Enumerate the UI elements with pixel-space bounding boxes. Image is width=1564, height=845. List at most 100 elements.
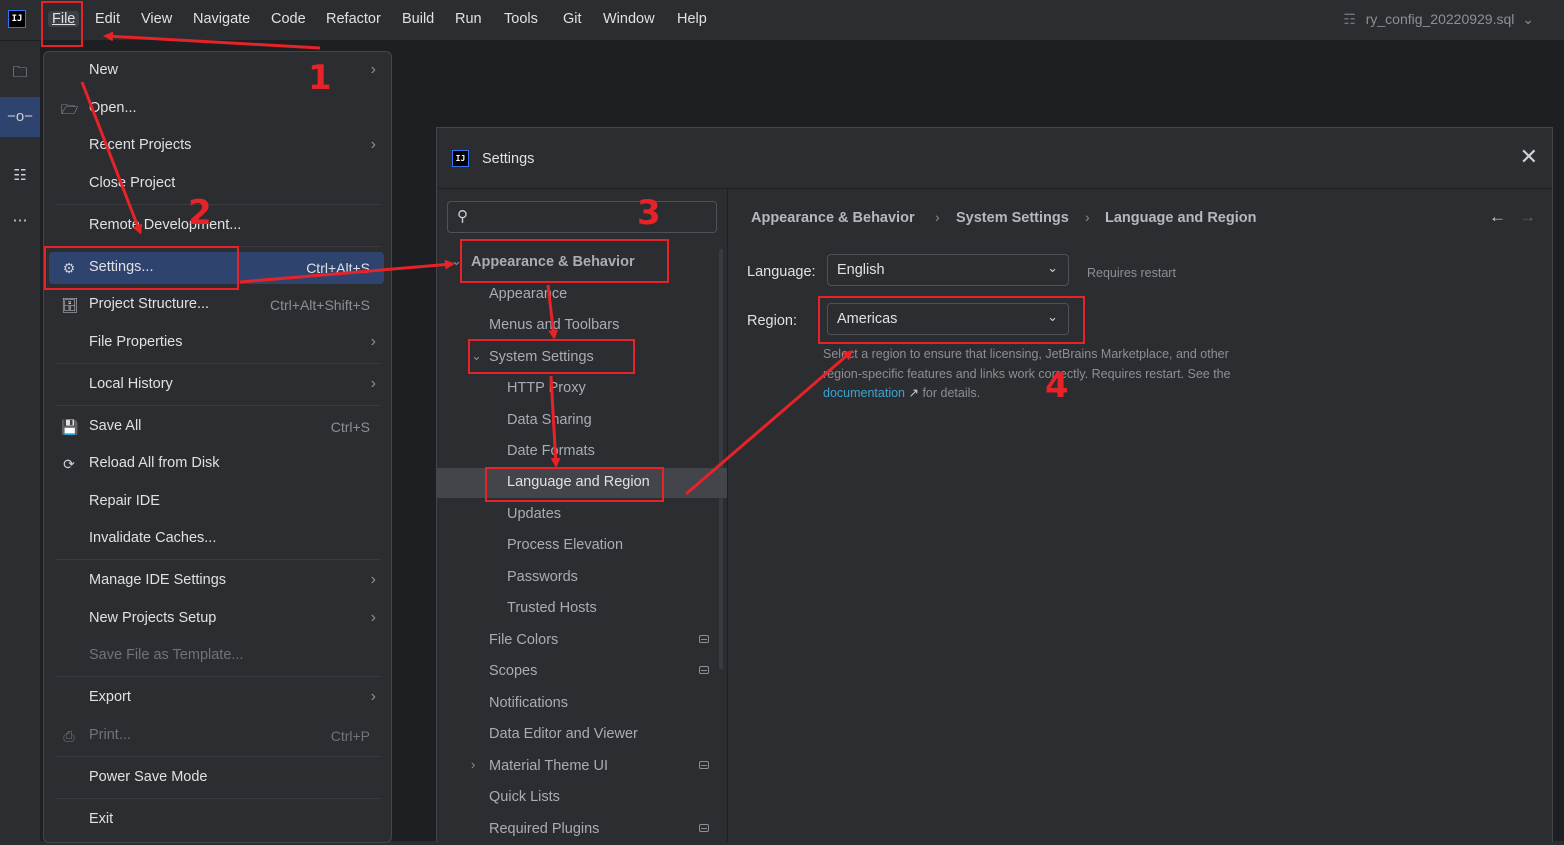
menu-edit[interactable]: Edit — [95, 11, 120, 27]
search-icon: ⚲ — [457, 208, 468, 225]
file-menu-dropdown: New › 🗁 Open... Recent Projects › Close … — [43, 51, 392, 843]
chevron-right-icon: › — [370, 688, 376, 705]
file-menu-power-save-mode[interactable]: Power Save Mode — [49, 762, 384, 794]
tree-item-scopes[interactable]: Scopes — [437, 657, 727, 687]
database-icon: ☶ — [1343, 11, 1356, 27]
file-menu-manage-ide-settings[interactable]: Manage IDE Settings › — [49, 565, 384, 597]
tree-item-http-proxy[interactable]: HTTP Proxy — [437, 374, 727, 404]
commit-icon[interactable]: −o− — [0, 97, 40, 137]
annotation-box-region — [818, 296, 1085, 344]
documentation-link[interactable]: documentation — [823, 386, 905, 400]
current-file-name: ry_config_20220929.sql — [1365, 11, 1515, 27]
region-help-text: Select a region to ensure that licensing… — [823, 347, 1231, 400]
annotation-box-system-settings — [468, 339, 635, 374]
menu-separator — [56, 559, 381, 560]
file-menu-remote-development[interactable]: Remote Development... — [49, 210, 384, 242]
forward-arrow-icon: → — [1519, 207, 1536, 226]
annotation-step-4: 4 — [1045, 366, 1069, 406]
settings-tree-pane: ⚲ ⌄ Appearance & Behavior Appearance Men… — [437, 189, 728, 842]
menu-view[interactable]: View — [141, 11, 172, 27]
file-menu-print: ⎙ Print... Ctrl+P — [49, 720, 384, 752]
intellij-logo-icon[interactable]: IJ — [8, 10, 26, 28]
file-menu-repair-ide[interactable]: Repair IDE — [49, 486, 384, 518]
file-menu-reload-all[interactable]: ⟳ Reload All from Disk — [49, 448, 384, 480]
language-label: Language: — [747, 264, 816, 280]
tree-item-process-elevation[interactable]: Process Elevation — [437, 531, 727, 561]
menu-navigate[interactable]: Navigate — [193, 11, 250, 27]
tree-item-file-colors[interactable]: File Colors — [437, 626, 727, 656]
file-menu-new-projects-setup[interactable]: New Projects Setup › — [49, 603, 384, 635]
file-menu-open[interactable]: 🗁 Open... — [49, 93, 384, 125]
tree-item-menus-toolbars[interactable]: Menus and Toolbars — [437, 311, 727, 341]
reload-icon: ⟳ — [63, 456, 75, 472]
menu-separator — [56, 204, 381, 205]
back-arrow-icon[interactable]: ← — [1489, 207, 1506, 227]
project-folder-icon[interactable]: 🗀 — [0, 53, 40, 93]
menu-git[interactable]: Git — [563, 11, 582, 27]
chevron-down-icon: ⌄ — [1047, 260, 1058, 275]
intellij-logo-icon: IJ — [452, 150, 469, 167]
project-level-icon — [699, 635, 709, 643]
chevron-right-icon: › — [370, 136, 376, 153]
folder-icon: 🗁 — [61, 101, 79, 117]
menu-separator — [56, 798, 381, 799]
project-level-icon — [699, 824, 709, 832]
external-link-icon: ↗ — [908, 386, 919, 400]
menu-refactor[interactable]: Refactor — [326, 11, 381, 27]
chevron-right-icon: › — [370, 61, 376, 78]
menu-tools[interactable]: Tools — [504, 11, 538, 27]
menu-code[interactable]: Code — [271, 11, 306, 27]
file-menu-exit[interactable]: Exit — [49, 804, 384, 836]
save-icon: 💾 — [61, 419, 79, 435]
project-level-icon — [699, 666, 709, 674]
chevron-right-icon: › — [370, 571, 376, 588]
menu-window[interactable]: Window — [603, 11, 655, 27]
settings-dialog-header: IJ Settings ✕ — [437, 128, 1552, 189]
breadcrumb-system-settings[interactable]: System Settings — [956, 210, 1069, 226]
tree-item-updates[interactable]: Updates — [437, 500, 727, 530]
settings-search-box[interactable]: ⚲ — [447, 201, 717, 233]
language-value: English — [837, 262, 885, 278]
settings-dialog-title: Settings — [482, 151, 535, 167]
print-icon: ⎙ — [63, 728, 75, 744]
menu-build[interactable]: Build — [402, 11, 434, 27]
breadcrumb-language-region: Language and Region — [1105, 210, 1257, 226]
chevron-right-icon: › — [370, 333, 376, 350]
tree-item-notifications[interactable]: Notifications — [437, 689, 727, 719]
menu-separator — [56, 405, 381, 406]
tree-item-passwords[interactable]: Passwords — [437, 563, 727, 593]
tree-item-trusted-hosts[interactable]: Trusted Hosts — [437, 594, 727, 624]
file-menu-invalidate-caches[interactable]: Invalidate Caches... — [49, 523, 384, 555]
menu-run[interactable]: Run — [455, 11, 482, 27]
language-combobox[interactable]: English ⌄ — [827, 254, 1069, 286]
breadcrumb-appearance-behavior[interactable]: Appearance & Behavior — [751, 210, 915, 226]
chevron-right-icon: › — [471, 757, 476, 772]
tool-window-strip: 🗀 −o− ☷ ⋯ — [0, 41, 41, 841]
file-menu-file-properties[interactable]: File Properties › — [49, 327, 384, 359]
current-file-selector[interactable]: ☶ ry_config_20220929.sql ⌄ — [1343, 11, 1534, 28]
file-menu-recent-projects[interactable]: Recent Projects › — [49, 130, 384, 162]
tree-item-appearance[interactable]: Appearance — [437, 280, 727, 310]
tree-item-data-editor-viewer[interactable]: Data Editor and Viewer — [437, 720, 727, 750]
tree-item-material-theme-ui[interactable]: › Material Theme UI — [437, 752, 727, 782]
structure-icon[interactable]: ☷ — [0, 156, 40, 196]
file-menu-save-all[interactable]: 💾 Save All Ctrl+S — [49, 411, 384, 443]
annotation-box-language-region — [485, 467, 664, 502]
annotation-box-settings — [44, 246, 239, 290]
file-menu-export[interactable]: Export › — [49, 682, 384, 714]
more-icon[interactable]: ⋯ — [0, 201, 40, 241]
close-icon[interactable]: ✕ — [1520, 144, 1538, 170]
tree-item-date-formats[interactable]: Date Formats — [437, 437, 727, 467]
tree-item-data-sharing[interactable]: Data Sharing — [437, 406, 727, 436]
tree-item-quick-lists[interactable]: Quick Lists — [437, 783, 727, 813]
settings-search-input[interactable] — [478, 208, 712, 226]
annotation-box-appearance-behavior — [460, 239, 669, 283]
file-menu-new[interactable]: New › — [49, 55, 384, 87]
chevron-right-icon: › — [370, 375, 376, 392]
menu-help[interactable]: Help — [677, 11, 707, 27]
file-menu-project-structure[interactable]: 🗄 Project Structure... Ctrl+Alt+Shift+S — [49, 289, 384, 321]
file-menu-local-history[interactable]: Local History › — [49, 369, 384, 401]
chevron-right-icon: › — [1085, 209, 1090, 225]
file-menu-close-project[interactable]: Close Project — [49, 168, 384, 200]
requires-restart-hint: Requires restart — [1087, 266, 1176, 280]
